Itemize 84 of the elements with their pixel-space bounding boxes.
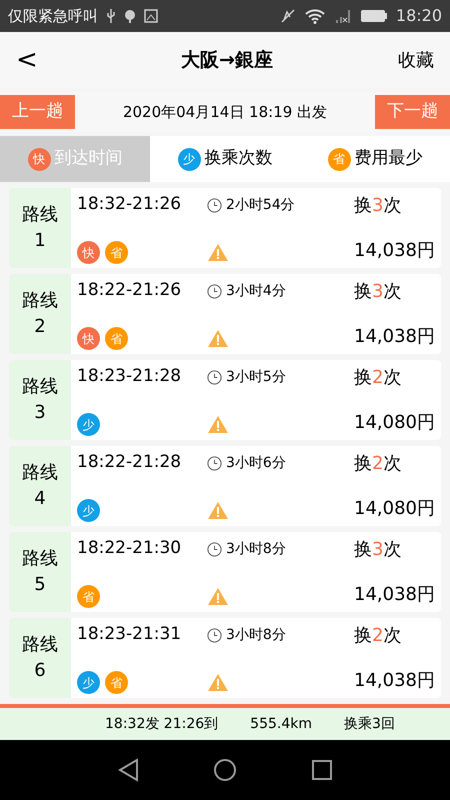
route-name: 路线 — [22, 633, 58, 657]
battery-icon — [360, 9, 388, 23]
image-icon — [144, 9, 158, 23]
warning-icon — [207, 673, 229, 692]
favorite-button[interactable]: 收藏 — [398, 46, 434, 74]
transfer-count: 换2次 — [354, 366, 402, 390]
tag-badge: 少 — [77, 413, 100, 436]
route-card[interactable]: 路线 6 18:23-21:31 3小时8分 换2次 少 省 14,038円 — [9, 618, 441, 698]
mute-icon — [280, 8, 296, 24]
time-range: 18:23-21:31 — [77, 623, 182, 646]
summary-times: 18:32发 21:26到 — [105, 714, 218, 734]
time-range: 18:23-21:28 — [77, 365, 182, 388]
transfer-count: 换2次 — [354, 624, 402, 648]
clock-icon — [207, 284, 222, 299]
warning-icon — [207, 243, 229, 262]
route-card[interactable]: 路线 1 18:32-21:26 2小时54分 换3次 快 省 14,038円 — [9, 188, 441, 268]
tab-badge: 快 — [28, 148, 50, 170]
route-name: 路线 — [22, 461, 58, 485]
warning-icon — [207, 415, 229, 434]
route-name: 路线 — [22, 547, 58, 571]
clock-icon — [207, 370, 222, 385]
tag-badge: 快 — [77, 241, 100, 264]
tab-badge: 省 — [328, 148, 350, 170]
summary-distance: 555.4km — [250, 714, 312, 734]
tag-badge: 省 — [77, 585, 100, 608]
route-number: 3 — [34, 401, 46, 425]
warning-icon — [207, 501, 229, 520]
transfer-count: 换2次 — [354, 452, 402, 476]
route-card[interactable]: 路线 3 18:23-21:28 3小时5分 换2次 少 14,080円 — [9, 360, 441, 440]
departure-text: 2020年04月14日 18:19 出发 — [122, 102, 328, 123]
home-icon[interactable] — [213, 758, 237, 782]
tag-badge: 省 — [105, 671, 128, 694]
tab-badge: 少 — [178, 148, 200, 170]
price-text: 14,038円 — [354, 239, 435, 263]
price-text: 14,038円 — [354, 325, 435, 349]
warning-icon — [207, 329, 229, 348]
time-range: 18:22-21:30 — [77, 537, 182, 560]
route-name: 路线 — [22, 375, 58, 399]
tag-badge: 少 — [77, 671, 100, 694]
duration-text: 2小时54分 — [226, 196, 295, 215]
warning-icon — [207, 587, 229, 606]
transfer-count: 换3次 — [354, 194, 402, 218]
duration-text: 3小时5分 — [226, 368, 286, 387]
time-range: 18:22-21:26 — [77, 279, 182, 302]
tag-badge: 快 — [77, 327, 100, 350]
clock-icon — [207, 198, 222, 213]
price-text: 14,080円 — [354, 497, 435, 521]
back-icon[interactable] — [117, 758, 139, 782]
clock-icon — [207, 456, 222, 471]
usb-icon — [106, 8, 116, 24]
carrier-text: 仅限紧急呼叫 — [8, 6, 98, 27]
clock-icon — [207, 628, 222, 643]
route-name: 路线 — [22, 203, 58, 227]
tag-badge: 少 — [77, 499, 100, 522]
signal-icon — [334, 8, 352, 24]
route-card[interactable]: 路线 2 18:22-21:26 3小时4分 换3次 快 省 14,038円 — [9, 274, 441, 354]
wifi-icon — [304, 8, 326, 24]
route-number: 4 — [34, 487, 46, 511]
clock-icon — [207, 542, 222, 557]
back-button[interactable]: < — [16, 40, 56, 80]
price-text: 14,038円 — [354, 669, 435, 693]
route-card[interactable]: 路线 4 18:22-21:28 3小时6分 换2次 少 14,080円 — [9, 446, 441, 526]
duration-text: 3小时4分 — [226, 282, 286, 301]
duration-text: 3小时6分 — [226, 454, 286, 473]
transfer-count: 换3次 — [354, 538, 402, 562]
time-range: 18:22-21:28 — [77, 451, 182, 474]
tag-badge: 省 — [105, 241, 128, 264]
route-number: 6 — [34, 659, 46, 683]
route-number: 2 — [34, 315, 46, 339]
tag-badge: 省 — [105, 327, 128, 350]
route-number: 5 — [34, 573, 46, 597]
summary-transfers: 换乘3回 — [344, 714, 395, 734]
route-number: 1 — [34, 229, 46, 253]
time-range: 18:32-21:26 — [77, 193, 182, 216]
clock-text: 18:20 — [396, 5, 442, 27]
recents-icon[interactable] — [311, 759, 333, 781]
duration-text: 3小时8分 — [226, 540, 286, 559]
page-title: 大阪→銀座 — [180, 48, 274, 73]
duration-text: 3小时8分 — [226, 626, 286, 645]
route-name: 路线 — [22, 289, 58, 313]
transfer-count: 换3次 — [354, 280, 402, 304]
price-text: 14,038円 — [354, 583, 435, 607]
route-card[interactable]: 路线 5 18:22-21:30 3小时8分 换3次 省 14,038円 — [9, 532, 441, 612]
price-text: 14,080円 — [354, 411, 435, 435]
